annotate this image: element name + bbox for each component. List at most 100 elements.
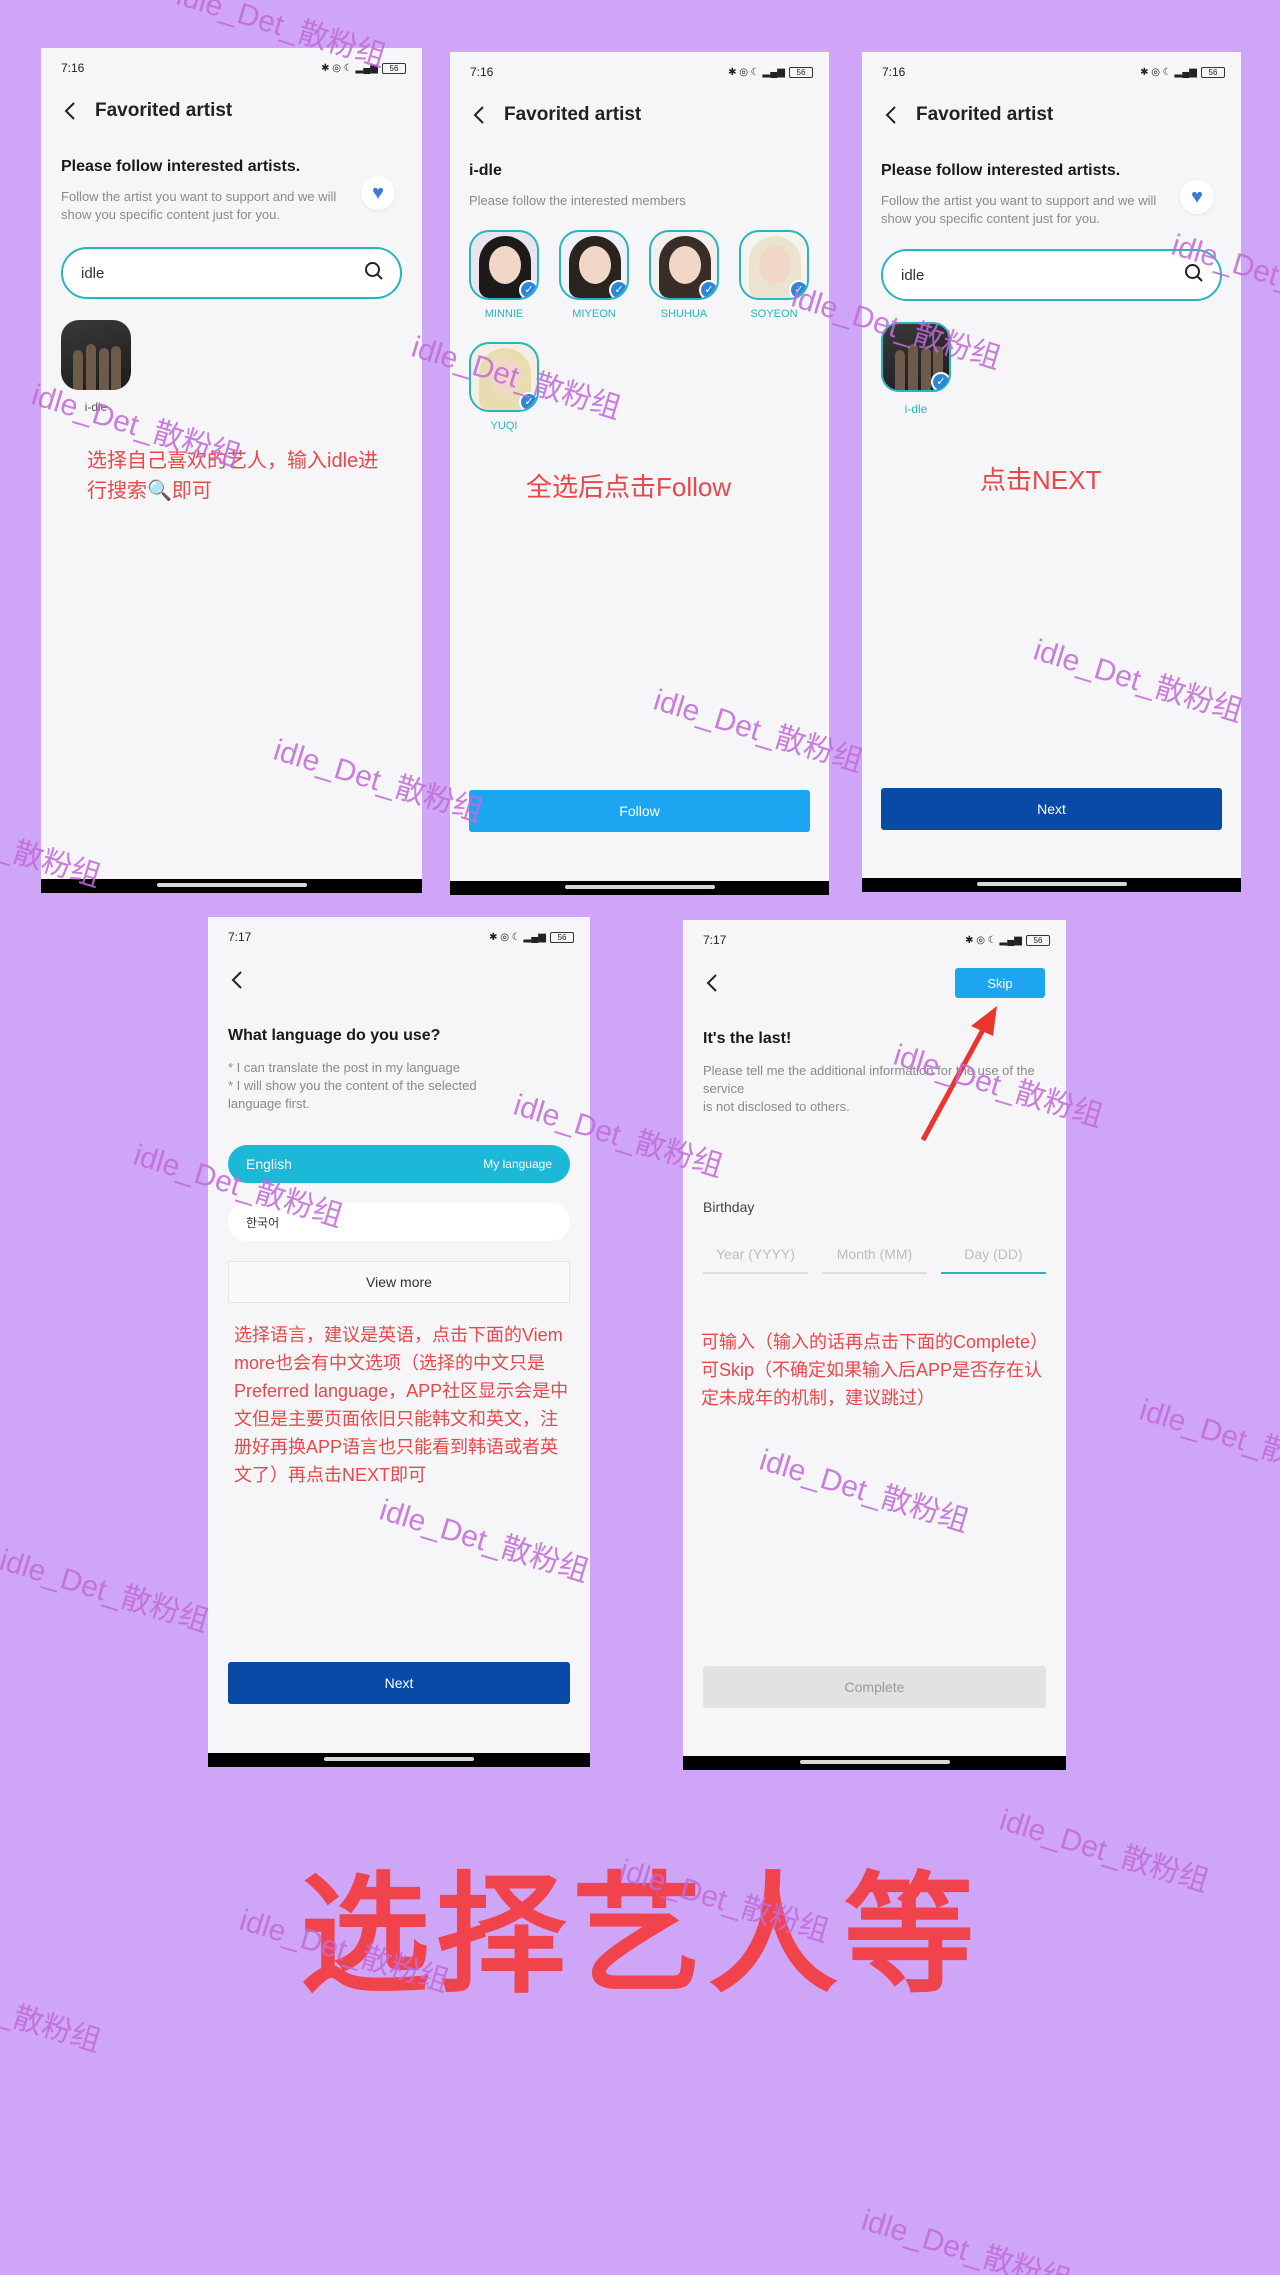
back-icon[interactable] (468, 104, 490, 126)
battery-icon: 56 (789, 66, 813, 78)
page-title: Favorited artist (916, 104, 1054, 125)
status-time: 7:16 (61, 61, 85, 75)
follow-button[interactable]: Follow (469, 790, 810, 832)
back-icon[interactable] (701, 972, 723, 994)
home-indicator (208, 1753, 590, 1767)
member-miyeon[interactable]: ✓ MIYEON (559, 230, 629, 320)
status-bar: 7:16 ✱ ◎ ☾ ▂▄▆ 56 (882, 64, 1225, 80)
skip-button[interactable]: Skip (955, 968, 1045, 998)
member-name: SHUHUA (660, 308, 708, 320)
search-box[interactable] (881, 249, 1222, 301)
month-field[interactable]: Month (MM) (822, 1236, 927, 1274)
heading: It's the last! (703, 1030, 792, 1047)
view-more-button[interactable]: View more (228, 1261, 570, 1303)
status-time: 7:17 (703, 933, 727, 947)
language-label: English (246, 1156, 292, 1172)
check-icon: ✓ (789, 280, 807, 298)
search-icon[interactable] (1184, 263, 1204, 288)
check-icon: ✓ (519, 392, 537, 410)
signal-icon: ✱ ◎ ☾ ▂▄▆ (321, 62, 378, 74)
language-option-korean[interactable]: 한국어 (228, 1203, 570, 1241)
day-field[interactable]: Day (DD) (941, 1236, 1046, 1274)
search-icon[interactable] (364, 261, 384, 286)
battery-icon: 56 (550, 931, 574, 943)
watermark: idle_Det_散粉组 (857, 2203, 1075, 2275)
member-shuhua[interactable]: ✓ SHUHUA (649, 230, 719, 320)
my-language-tag: My language (483, 1157, 552, 1171)
back-icon[interactable] (880, 104, 902, 126)
heading: Please follow interested artists. (61, 158, 301, 175)
next-button[interactable]: Next (881, 788, 1222, 830)
artist-result-label: i-dle (904, 402, 928, 416)
search-box[interactable] (61, 247, 402, 299)
back-icon[interactable] (226, 969, 248, 991)
bullet-1: * I can translate the post in my languag… (228, 1060, 460, 1075)
subtext: Follow the artist you want to support an… (881, 193, 1157, 226)
language-option-english[interactable]: English My language (228, 1145, 570, 1183)
member-yuqi[interactable]: ✓ YUQI (469, 342, 539, 432)
artist-selected-avatar[interactable]: ✓ (881, 322, 951, 392)
screen-4-language: 7:17 ✱ ◎ ☾ ▂▄▆ 56 What language do you us… (208, 917, 590, 1767)
status-time: 7:17 (228, 930, 252, 944)
member-name: SOYEON (750, 308, 798, 320)
navbar (226, 965, 572, 995)
search-input[interactable] (81, 264, 364, 282)
screen-3-artist-selected: 7:16 ✱ ◎ ☾ ▂▄▆ 56 Favorited artist Please… (862, 52, 1241, 892)
group-name: i-dle (469, 162, 502, 179)
member-minnie[interactable]: ✓ MINNIE (469, 230, 539, 320)
signal-icon: ✱ ◎ ☾ ▂▄▆ (728, 66, 785, 78)
complete-button[interactable]: Complete (703, 1666, 1046, 1708)
signal-icon: ✱ ◎ ☾ ▂▄▆ (1140, 66, 1197, 78)
search-input[interactable] (901, 266, 1184, 284)
check-icon: ✓ (609, 280, 627, 298)
watermark: idle_Det_散粉组 (1135, 1393, 1280, 1489)
check-icon: ✓ (519, 280, 537, 298)
home-indicator (41, 879, 422, 893)
instruction-note: 选择语言，建议是英语，点击下面的Viem more也会有中文选项（选择的中文只是… (234, 1325, 569, 1485)
member-name: MINNIE (484, 308, 524, 320)
page-title: Favorited artist (95, 100, 233, 121)
birthday-label: Birthday (703, 1199, 755, 1215)
member-soyeon[interactable]: ✓ SOYEON (739, 230, 809, 320)
status-time: 7:16 (882, 65, 906, 79)
check-icon: ✓ (699, 280, 717, 298)
home-indicator (683, 1756, 1066, 1770)
battery-icon: 56 (1201, 66, 1225, 78)
member-name: YUQI (490, 420, 518, 432)
arrow-icon (920, 1006, 997, 1142)
language-label: 한국어 (246, 1215, 280, 1230)
signal-icon: ✱ ◎ ☾ ▂▄▆ (965, 934, 1022, 946)
big-title: 选择艺人等 (299, 1859, 980, 2011)
battery-icon: 56 (382, 62, 406, 74)
navbar: Favorited artist (880, 100, 1223, 130)
back-icon[interactable] (59, 100, 81, 122)
status-time: 7:16 (470, 65, 494, 79)
navbar: Favorited artist (468, 100, 811, 130)
status-bar: 7:16 ✱ ◎ ☾ ▂▄▆ 56 (470, 64, 813, 80)
subtext: Follow the artist you want to support an… (61, 189, 337, 222)
status-bar: 7:17 ✱ ◎ ☾ ▂▄▆ 56 (703, 932, 1050, 948)
page-title: Favorited artist (504, 104, 642, 125)
screen-1-search-artist: 7:16 ✱ ◎ ☾ ▂▄▆ 56 Favorited artist Please… (41, 48, 422, 893)
next-button[interactable]: Next (228, 1662, 570, 1704)
screen-2-select-members: 7:16 ✱ ◎ ☾ ▂▄▆ 56 Favorited artist i-dle … (450, 52, 829, 895)
navbar: Favorited artist (59, 96, 404, 126)
check-icon: ✓ (931, 372, 949, 390)
instruction-note: 选择自己喜欢的艺人，输入idle进行搜索🔍即可 (87, 450, 379, 502)
status-bar: 7:16 ✱ ◎ ☾ ▂▄▆ 56 (61, 60, 406, 76)
heading: What language do you use? (228, 1027, 441, 1044)
watermark: idle_Det_散粉组 (0, 1543, 213, 1639)
instruction-note: 点击NEXT (980, 465, 1102, 495)
home-indicator (450, 881, 829, 895)
year-field[interactable]: Year (YYYY) (703, 1236, 808, 1274)
battery-icon: 56 (1026, 934, 1050, 946)
instruction-note: 全选后点击Follow (526, 472, 732, 502)
bullet-2: * I will show you the content of the sel… (228, 1078, 477, 1111)
status-bar: 7:17 ✱ ◎ ☾ ▂▄▆ 56 (228, 929, 574, 945)
heart-icon: ♥ (361, 176, 395, 210)
heart-icon: ♥ (1180, 180, 1214, 214)
artist-result-avatar[interactable] (61, 320, 131, 390)
member-name: MIYEON (572, 308, 616, 320)
home-indicator (862, 878, 1241, 892)
artist-result-label: i-dle (84, 400, 108, 414)
